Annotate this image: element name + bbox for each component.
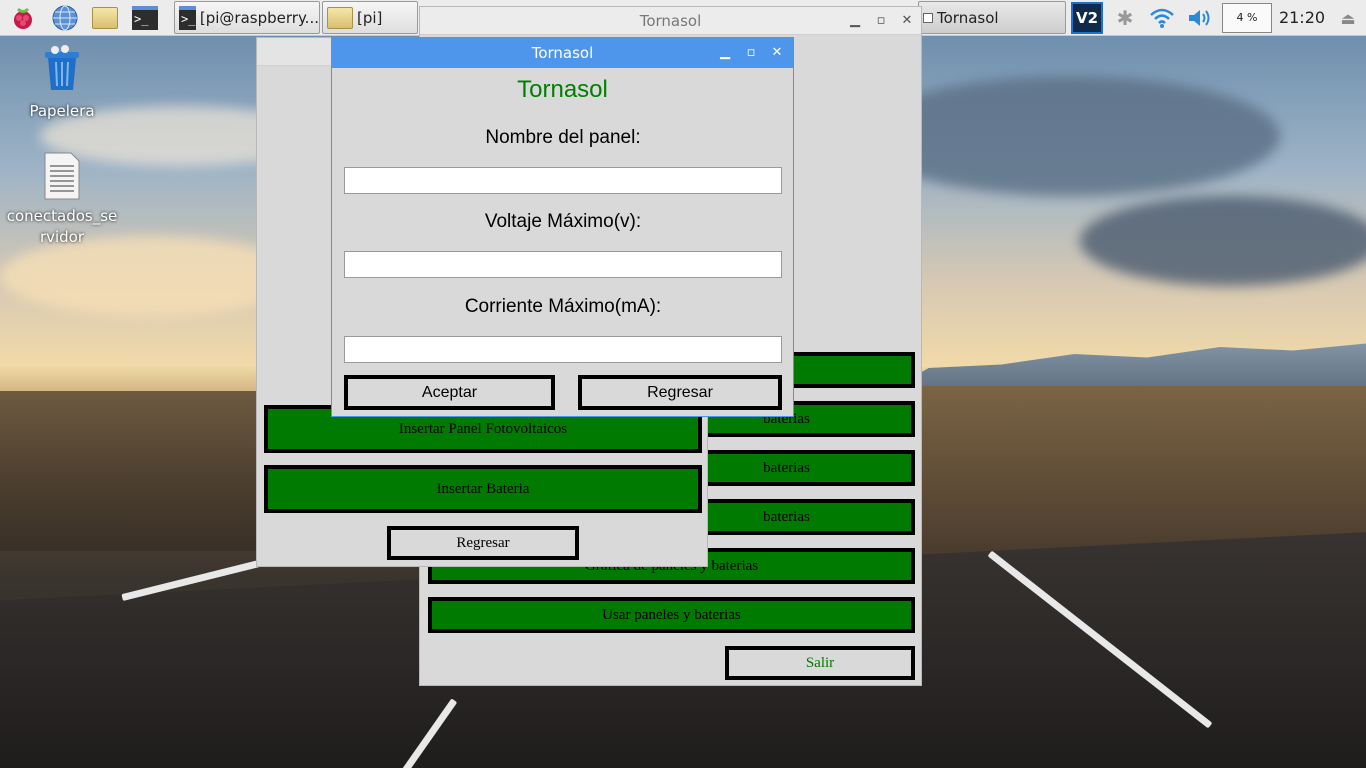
panel-dialog: Tornasol ▁ ▫ ✕ Tornasol Nombre del panel… — [331, 37, 794, 417]
panel-name-input[interactable] — [344, 167, 782, 194]
task-tornasol[interactable]: Tornasol — [918, 1, 1066, 34]
button-label: baterias — [763, 508, 810, 525]
clock: 21:20 — [1278, 8, 1326, 27]
file-manager-icon[interactable] — [90, 3, 120, 33]
window-title: Tornasol — [639, 12, 702, 30]
maximize-icon[interactable]: ▫ — [745, 38, 757, 68]
wifi-icon[interactable] — [1146, 0, 1178, 36]
eject-icon[interactable]: ⏏ — [1336, 0, 1360, 36]
vnc-icon[interactable]: V2 — [1070, 0, 1104, 36]
task-label: Tornasol — [937, 8, 999, 27]
max-voltage-input[interactable] — [344, 251, 782, 278]
cpu-monitor: 4 % — [1222, 3, 1272, 33]
use-panels-button[interactable]: Usar paneles y baterias — [428, 597, 915, 633]
task-label: [pi] — [357, 8, 383, 27]
button-label: Aceptar — [421, 383, 478, 401]
maximize-icon[interactable]: ▫ — [875, 7, 887, 35]
button-label: baterias — [763, 459, 810, 476]
dialog-titlebar[interactable]: Tornasol ▁ ▫ ✕ — [332, 38, 793, 68]
close-icon[interactable]: ✕ — [901, 7, 913, 35]
minimize-icon[interactable]: ▁ — [849, 7, 861, 35]
button-label: Usar paneles y baterias — [602, 606, 741, 623]
dialog-heading: Tornasol — [517, 76, 608, 103]
desktop-icon-label: conectados_se rvidor — [6, 207, 118, 246]
raspberry-menu-icon[interactable] — [8, 3, 38, 33]
button-label: Insertar Bateria — [436, 480, 530, 497]
web-browser-icon[interactable] — [50, 3, 80, 33]
task-label: [pi@raspberry... — [199, 8, 319, 27]
terminal-icon: >_ — [179, 5, 196, 30]
folder-icon — [327, 6, 353, 29]
text-file-icon — [44, 152, 80, 200]
bluetooth-icon[interactable]: ✱ — [1112, 0, 1138, 36]
button-label: Salir — [805, 654, 835, 671]
field-label-panel-name: Nombre del panel: — [485, 127, 641, 148]
button-label: Insertar Panel Fotovoltaicos — [398, 420, 568, 437]
button-label: Regresar — [647, 383, 713, 401]
volume-icon[interactable] — [1184, 0, 1216, 36]
back-button[interactable]: Regresar — [387, 526, 579, 560]
accept-button[interactable]: Aceptar — [344, 375, 555, 410]
insert-battery-button[interactable]: Insertar Bateria — [264, 465, 702, 513]
trash-icon — [45, 45, 79, 90]
task-terminal[interactable]: >_ [pi@raspberry... — [174, 1, 320, 34]
window-icon — [923, 12, 933, 23]
desktop-icon-label: Papelera — [29, 102, 95, 120]
task-file-manager[interactable]: [pi] — [322, 1, 418, 34]
exit-button[interactable]: Salir — [725, 646, 915, 680]
main-window-titlebar[interactable]: Tornasol ▁ ▫ ✕ — [420, 7, 921, 35]
button-label: Regresar — [456, 534, 510, 551]
close-icon[interactable]: ✕ — [771, 38, 783, 68]
back-button[interactable]: Regresar — [578, 375, 782, 410]
terminal-icon[interactable]: >_ — [130, 3, 160, 33]
field-label-max-voltage: Voltaje Máximo(v): — [484, 211, 642, 232]
desktop-icon-trash[interactable]: Papelera — [20, 44, 104, 120]
desktop-icon-file[interactable]: conectados_se rvidor — [6, 152, 118, 248]
window-title: Tornasol — [531, 44, 594, 62]
minimize-icon[interactable]: ▁ — [719, 38, 731, 68]
max-current-input[interactable] — [344, 336, 782, 363]
field-label-max-current: Corriente Máximo(mA): — [464, 296, 662, 317]
